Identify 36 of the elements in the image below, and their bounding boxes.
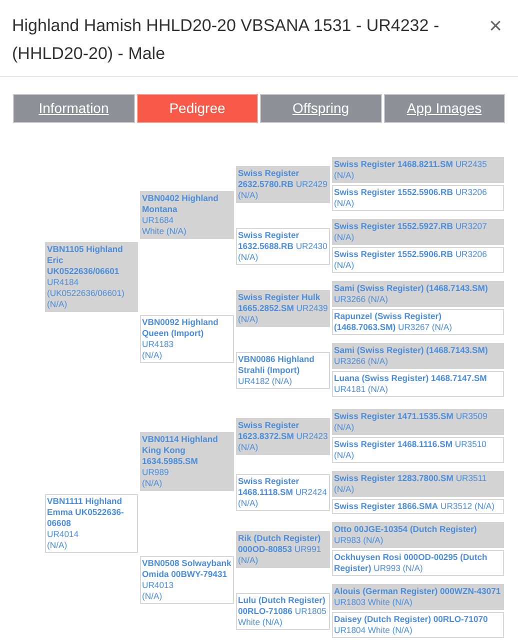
pedigree-entry[interactable]: Alouis (German Register) 000WZN-43071 UR1803 White (N/A) bbox=[332, 584, 504, 610]
tab[interactable]: Information bbox=[13, 94, 134, 123]
pedigree-entry[interactable]: Ockhuysen Rosi 000OD-00295 (Dutch Register) UR993 (N/A) bbox=[332, 550, 504, 576]
pedigree-entry[interactable]: Swiss Register 1468.1118.SM UR2424 (N/A) bbox=[236, 474, 330, 511]
pedigree-entry[interactable]: VBN0114 Highland King Kong 1634.5985.SM UR989 (N/A) bbox=[140, 432, 234, 491]
pedigree-entry[interactable]: Swiss Register 1468.1116.SM UR3510 (N/A) bbox=[332, 437, 504, 463]
pedigree-entry[interactable]: Rik (Dutch Register) 000OD-80853 UR991 (N/A) bbox=[236, 530, 330, 568]
pedigree-entry[interactable]: Rapunzel (Swiss Register) (1468.7063.SM) UR3267 (N/A) bbox=[332, 309, 504, 335]
pedigree-entry[interactable]: Swiss Register Hulk 1665.2852.SM UR2439 (N/A) bbox=[236, 290, 330, 326]
pedigree-entry[interactable]: Swiss Register 2632.5780.RB UR2429 (N/A) bbox=[236, 166, 330, 202]
tab[interactable]: Offspring bbox=[260, 94, 382, 123]
pedigree-entry[interactable]: VBN0402 Highland Montana UR1684 White (N/A) bbox=[140, 191, 234, 239]
pedigree-entry[interactable]: VBN1105 Highland Eric UK0522636/06601 UR4184 (UK0522636/06601) (N/A) bbox=[45, 242, 138, 312]
tab[interactable]: App Images bbox=[384, 94, 505, 123]
pedigree-entry[interactable]: Otto 00JGE-10354 (Dutch Register) UR983 (N/A) bbox=[332, 522, 504, 548]
pedigree-entry[interactable]: Swiss Register 1471.1535.SM UR3509 (N/A) bbox=[332, 409, 504, 435]
pedigree-entry[interactable]: Swiss Register 1552.5906.RB UR3206 (N/A) bbox=[332, 247, 504, 273]
pedigree-entry[interactable]: Swiss Register 1552.5927.RB UR3207 (N/A) bbox=[332, 219, 504, 245]
close-button[interactable]: × bbox=[485, 12, 506, 40]
pedigree-entry[interactable]: Swiss Register 1552.5906.RB UR3206 (N/A) bbox=[332, 185, 504, 211]
pedigree-entry[interactable]: VBN1111 Highland Emma UK0522636-06608 UR4014 (N/A) bbox=[45, 494, 138, 553]
window-title: Highland Hamish HHLD20-20 VBSANA 1531 - UR4232 - (HHLD20-20) - Male bbox=[12, 15, 440, 65]
pedigree-entry[interactable]: Swiss Register 1468.8211.SM UR2435 (N/A) bbox=[332, 157, 504, 183]
pedigree-entry[interactable]: Luana (Swiss Register) 1468.7147.SM UR4181 (N/A) bbox=[332, 371, 504, 397]
pedigree-entry[interactable]: Daisey (Dutch Register) 00RLO-71070 UR1804 White (N/A) bbox=[332, 612, 504, 638]
tab[interactable]: Pedigree bbox=[136, 94, 258, 123]
pedigree-entry[interactable]: VBN0508 Solwaybank Omida 00BWY-79431 UR4013 (N/A) bbox=[140, 556, 234, 604]
pedigree-entry[interactable]: Lulu (Dutch Register) 00RLO-71086 UR1805 White (N/A) bbox=[236, 592, 330, 630]
pedigree-entry[interactable]: Swiss Register 1623.8372.SM UR2423 (N/A) bbox=[236, 418, 330, 454]
pedigree-entry[interactable]: Swiss Register 1866.SMA UR3512 (N/A) bbox=[332, 499, 504, 514]
pedigree-entry[interactable]: VBN0086 Highland Strahli (Import) UR4182 (N/A) bbox=[236, 352, 330, 388]
pedigree-entry[interactable]: Sami (Swiss Register) (1468.7143.SM) UR3266 (N/A) bbox=[332, 281, 504, 307]
pedigree-entry[interactable]: VBN0092 Highland Queen (Import) UR4183 (N/A) bbox=[140, 315, 234, 363]
pedigree-entry[interactable]: Swiss Register 1283.7800.SM UR3511 (N/A) bbox=[332, 471, 504, 497]
pedigree-entry[interactable]: Sami (Swiss Register) (1468.7143.SM) UR3266 (N/A) bbox=[332, 343, 504, 369]
pedigree-entry[interactable]: Swiss Register 1632.5688.RB UR2430 (N/A) bbox=[236, 228, 330, 264]
